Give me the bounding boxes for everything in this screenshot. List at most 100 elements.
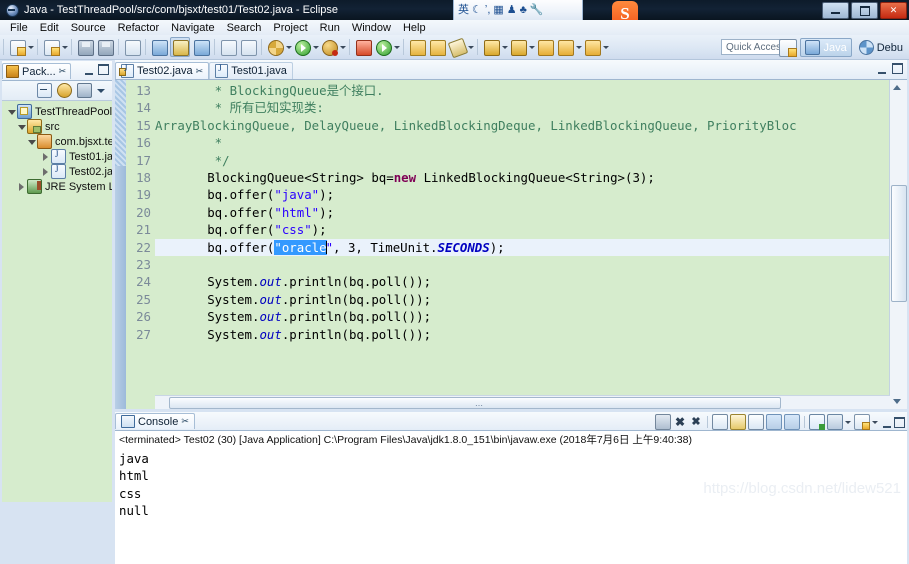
maximize-editor-icon[interactable] bbox=[892, 63, 903, 74]
close-button[interactable]: ✕ bbox=[880, 2, 907, 19]
console-dropdown-icon[interactable] bbox=[845, 415, 852, 429]
twisty-icon[interactable] bbox=[6, 106, 17, 117]
hscrollbar-thumb[interactable]: ⋯ bbox=[169, 397, 781, 409]
back-button[interactable] bbox=[536, 38, 554, 56]
external-tools-dropdown-icon[interactable] bbox=[285, 38, 292, 56]
editor-horizontal-scrollbar[interactable]: ⋯ bbox=[155, 395, 890, 409]
print-button[interactable] bbox=[123, 38, 141, 56]
tree-item-project[interactable]: TestThreadPool bbox=[2, 104, 112, 119]
menu-help[interactable]: Help bbox=[397, 22, 432, 34]
close-icon[interactable]: ✂ bbox=[181, 416, 189, 427]
menu-project[interactable]: Project bbox=[267, 22, 313, 34]
keyboard-icon[interactable]: ▦ bbox=[493, 5, 503, 16]
outline-button[interactable] bbox=[239, 38, 257, 56]
code-line[interactable]: * 所有已知实现类: bbox=[155, 99, 324, 116]
moon-icon[interactable]: ☾ bbox=[472, 5, 482, 16]
close-icon[interactable]: ✂ bbox=[59, 66, 67, 77]
open-task-button[interactable] bbox=[428, 38, 446, 56]
maximize-console-icon[interactable] bbox=[894, 416, 905, 428]
editor-vertical-scrollbar[interactable] bbox=[889, 80, 907, 409]
minimize-editor-icon[interactable] bbox=[876, 63, 887, 74]
coverage-button[interactable] bbox=[374, 38, 392, 56]
code-line[interactable]: bq.offer("java"); bbox=[155, 186, 334, 203]
forward-dropdown-icon[interactable] bbox=[602, 38, 609, 56]
tab-console[interactable]: Console ✂ bbox=[115, 413, 195, 429]
wrench-icon[interactable]: 🔧 bbox=[530, 5, 544, 16]
person-icon[interactable]: ♟ bbox=[507, 5, 517, 16]
remove-all-terminated-icon[interactable]: ✖ bbox=[689, 415, 703, 429]
pencil-marker-button[interactable] bbox=[170, 37, 190, 57]
chevron-down-icon[interactable] bbox=[97, 86, 106, 95]
save-all-button[interactable] bbox=[96, 38, 114, 56]
new-class-dropdown-icon[interactable] bbox=[61, 38, 68, 56]
search-dropdown-icon[interactable] bbox=[467, 38, 474, 56]
editor-body[interactable]: 13 14 15 16 17 18 19 20 21 22 23 24 25 26 27 * Blockin… bbox=[115, 80, 907, 409]
toggle-mark-occurrences-button[interactable] bbox=[150, 38, 168, 56]
tree-item-jre[interactable]: JRE System Lib bbox=[2, 179, 112, 194]
new-console-view-icon[interactable] bbox=[854, 414, 870, 430]
open-type-button[interactable] bbox=[408, 38, 426, 56]
restore-view-button[interactable] bbox=[219, 38, 237, 56]
console-monitor-icon[interactable] bbox=[827, 414, 843, 430]
debug-dropdown-icon[interactable] bbox=[339, 38, 346, 56]
collapse-all-icon[interactable] bbox=[37, 83, 52, 98]
perspective-debug-button[interactable]: Debu bbox=[855, 39, 907, 56]
console-output[interactable]: java html css null bbox=[115, 446, 907, 564]
code-line[interactable]: */ bbox=[155, 152, 230, 169]
restore-button[interactable] bbox=[851, 2, 878, 19]
coverage-dropdown-icon[interactable] bbox=[393, 38, 400, 56]
menu-refactor[interactable]: Refactor bbox=[112, 22, 166, 34]
forward-history-button[interactable] bbox=[556, 38, 574, 56]
forward-button[interactable] bbox=[583, 38, 601, 56]
next-annotation-button[interactable] bbox=[509, 38, 527, 56]
terminate-icon[interactable] bbox=[655, 414, 671, 430]
link-editor-button[interactable] bbox=[192, 38, 210, 56]
menu-edit[interactable]: Edit bbox=[34, 22, 65, 34]
view-menu-icon[interactable] bbox=[77, 83, 92, 98]
minimize-button[interactable] bbox=[822, 2, 849, 19]
code-line[interactable]: System.out.println(bq.poll()); bbox=[155, 291, 431, 308]
display-selected-console-icon[interactable] bbox=[784, 414, 800, 430]
new-package-button[interactable] bbox=[354, 38, 372, 56]
debug-button[interactable] bbox=[320, 38, 338, 56]
code-line[interactable]: System.out.println(bq.poll()); bbox=[155, 273, 431, 290]
pin-console-icon[interactable] bbox=[766, 414, 782, 430]
project-tree[interactable]: TestThreadPool src com.bjsxt.te Test01.j… bbox=[2, 101, 112, 494]
menu-run[interactable]: Run bbox=[314, 22, 346, 34]
clear-console-icon[interactable] bbox=[712, 414, 728, 430]
editor-code-area[interactable]: * BlockingQueue是个接口. * 所有已知实现类: ArrayBloc… bbox=[155, 80, 890, 409]
tree-item-src[interactable]: src bbox=[2, 119, 112, 134]
last-edit-dropdown-icon[interactable] bbox=[501, 38, 508, 56]
code-line[interactable]: bq.offer("html"); bbox=[155, 204, 334, 221]
menu-window[interactable]: Window bbox=[346, 22, 397, 34]
maximize-view-icon[interactable] bbox=[98, 64, 109, 75]
last-edit-button[interactable] bbox=[482, 38, 500, 56]
menu-navigate[interactable]: Navigate bbox=[165, 22, 220, 34]
code-line[interactable]: bq.offer("oracle", 3, TimeUnit.SECONDS); bbox=[155, 239, 505, 256]
tab-test02-java[interactable]: Test02.java ✂ bbox=[115, 62, 210, 79]
editor-marker-bar[interactable] bbox=[115, 80, 126, 409]
tree-item-test01[interactable]: Test01.ja bbox=[2, 149, 112, 164]
shirt-icon[interactable]: ♣ bbox=[520, 5, 527, 16]
open-console-icon[interactable] bbox=[809, 414, 825, 430]
scroll-lock-icon[interactable] bbox=[730, 414, 746, 430]
twisty-icon[interactable] bbox=[40, 166, 51, 177]
code-line[interactable]: bq.offer("css"); bbox=[155, 221, 326, 238]
close-icon[interactable]: ✂ bbox=[196, 66, 204, 77]
menu-file[interactable]: File bbox=[4, 22, 34, 34]
new-console-dropdown-icon[interactable] bbox=[872, 415, 879, 429]
code-line[interactable]: ArrayBlockingQueue, DelayQueue, LinkedBl… bbox=[155, 117, 797, 134]
code-line[interactable]: System.out.println(bq.poll()); bbox=[155, 308, 431, 325]
twisty-icon[interactable] bbox=[40, 151, 51, 162]
code-line[interactable]: BlockingQueue<String> bq=new LinkedBlock… bbox=[155, 169, 655, 186]
minimize-console-icon[interactable] bbox=[881, 417, 892, 428]
tab-package-explorer[interactable]: Pack... ✂ bbox=[2, 62, 72, 79]
menu-search[interactable]: Search bbox=[221, 22, 268, 34]
remove-launch-icon[interactable]: ✖ bbox=[673, 415, 687, 429]
code-line[interactable]: * bbox=[155, 134, 222, 151]
external-tools-button[interactable] bbox=[266, 38, 284, 56]
twisty-icon[interactable] bbox=[16, 121, 27, 132]
ime-toolbar[interactable]: 英 ☾ ʼ, ▦ ♟ ♣ 🔧 S bbox=[453, 0, 638, 27]
new-button[interactable] bbox=[8, 38, 26, 56]
twisty-icon[interactable] bbox=[26, 136, 37, 147]
